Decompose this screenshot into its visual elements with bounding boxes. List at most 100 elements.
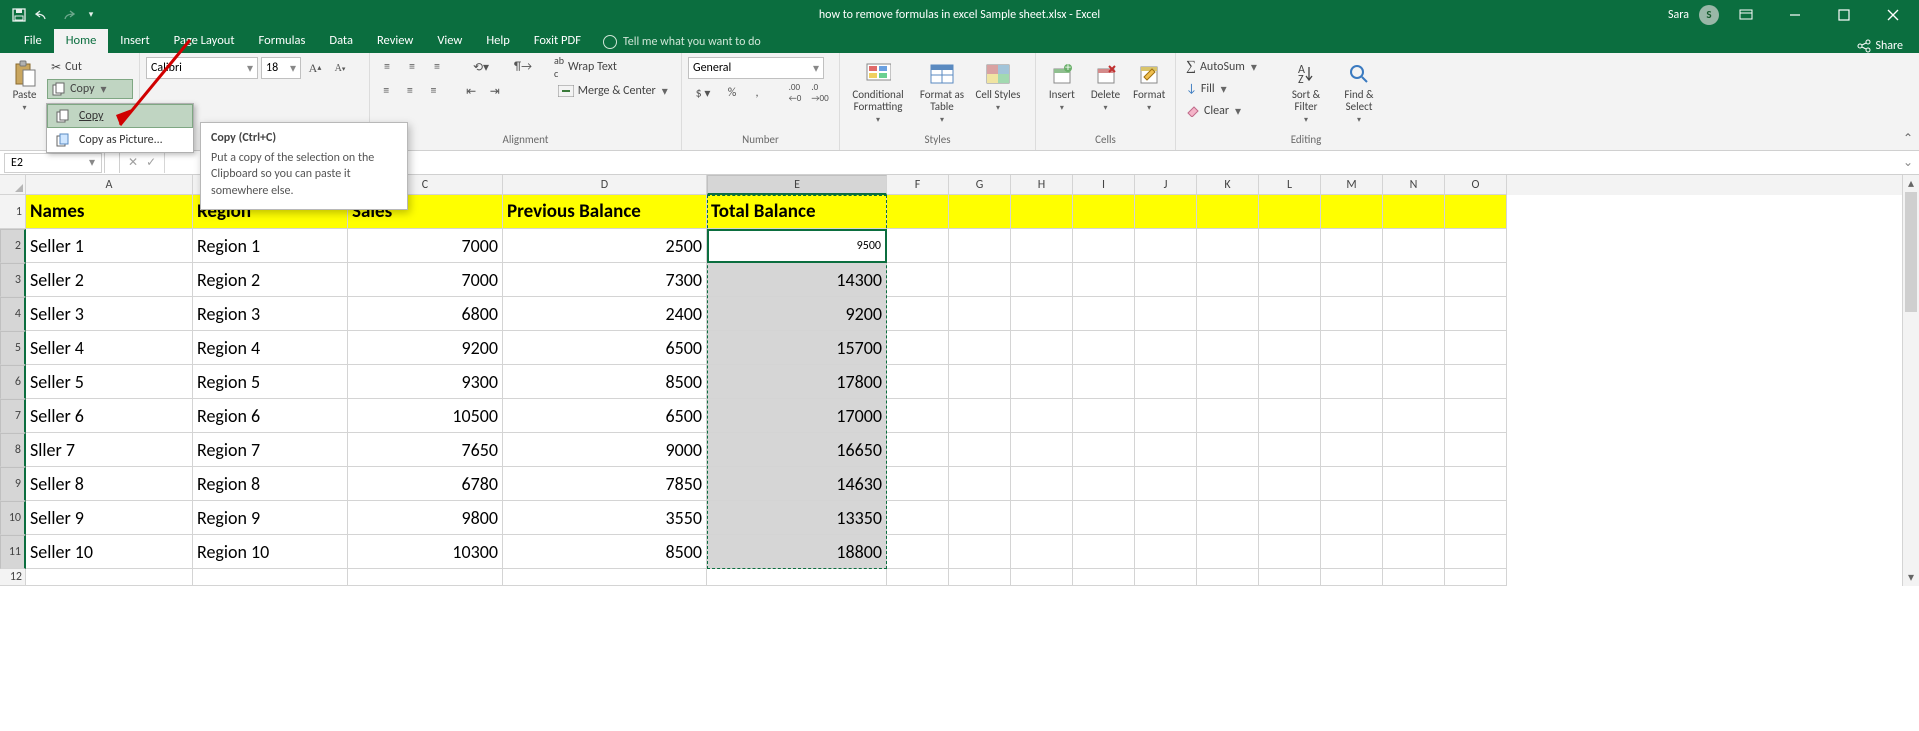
accounting-format-icon[interactable]: $ ▾ [688, 83, 718, 103]
cell[interactable] [1259, 501, 1321, 535]
cell[interactable]: 7000 [348, 229, 503, 263]
delete-cells-button[interactable]: Delete▾ [1086, 57, 1126, 131]
vertical-scrollbar[interactable]: ▴ ▾ [1902, 175, 1919, 586]
cell[interactable] [1259, 535, 1321, 569]
col-header-N[interactable]: N [1383, 175, 1445, 195]
cell[interactable] [1135, 229, 1197, 263]
cell[interactable]: 10300 [348, 535, 503, 569]
user-avatar[interactable]: S [1699, 5, 1719, 25]
redo-icon[interactable] [56, 4, 78, 26]
cell[interactable] [887, 569, 949, 586]
cell[interactable] [1135, 535, 1197, 569]
cell[interactable]: 9500 [707, 229, 887, 263]
cell[interactable] [1321, 399, 1383, 433]
row-header[interactable]: 10 [0, 501, 26, 535]
cell[interactable] [1321, 501, 1383, 535]
cell[interactable] [1259, 365, 1321, 399]
cell[interactable] [1073, 399, 1135, 433]
cell[interactable]: 6500 [503, 399, 707, 433]
align-right-icon[interactable]: ≡ [423, 81, 444, 101]
cell[interactable] [949, 331, 1011, 365]
cell[interactable] [887, 433, 949, 467]
cell[interactable] [1197, 195, 1259, 229]
cell[interactable] [1197, 297, 1259, 331]
tab-help[interactable]: Help [474, 29, 521, 53]
cell[interactable]: Region 5 [193, 365, 348, 399]
paste-button[interactable]: Paste ▾ [6, 57, 43, 131]
col-header-A[interactable]: A [26, 175, 193, 195]
cell[interactable] [1073, 433, 1135, 467]
cell[interactable] [1259, 569, 1321, 586]
align-center-icon[interactable]: ≡ [400, 81, 421, 101]
cell[interactable] [1011, 195, 1073, 229]
cell[interactable] [1135, 399, 1197, 433]
cell[interactable] [1011, 263, 1073, 297]
cell[interactable] [1259, 297, 1321, 331]
cell[interactable] [1073, 195, 1135, 229]
close-button[interactable] [1870, 0, 1915, 29]
cell[interactable] [887, 195, 949, 229]
col-header-H[interactable]: H [1011, 175, 1073, 195]
cell[interactable] [1197, 569, 1259, 586]
cell[interactable] [1197, 263, 1259, 297]
find-select-button[interactable]: Find & Select▾ [1334, 57, 1384, 131]
cell[interactable]: Region 2 [193, 263, 348, 297]
cell[interactable] [887, 331, 949, 365]
tell-me-search[interactable]: Tell me what you want to do [593, 31, 771, 53]
ltr-icon[interactable]: ¶→ [512, 57, 534, 77]
scroll-down-icon[interactable]: ▾ [1903, 569, 1919, 586]
cell[interactable] [26, 569, 193, 586]
share-button[interactable]: Share [1857, 39, 1913, 53]
autosum-button[interactable]: ∑AutoSum▾ [1182, 57, 1278, 77]
row-header[interactable]: 8 [0, 433, 26, 467]
number-format-select[interactable]: General▾ [688, 57, 824, 79]
cell[interactable]: 8500 [503, 535, 707, 569]
cell[interactable]: Seller 1 [26, 229, 193, 263]
row-header[interactable]: 3 [0, 263, 26, 297]
cell[interactable]: Region 9 [193, 501, 348, 535]
cell[interactable]: Seller 4 [26, 331, 193, 365]
cell[interactable] [1321, 229, 1383, 263]
cell[interactable] [1321, 263, 1383, 297]
cell[interactable]: 6780 [348, 467, 503, 501]
decrease-font-icon[interactable]: A▾ [329, 58, 351, 78]
cell[interactable] [1383, 433, 1445, 467]
cell[interactable] [1445, 263, 1507, 297]
cell[interactable] [949, 263, 1011, 297]
cell[interactable]: 7850 [503, 467, 707, 501]
cell[interactable] [887, 263, 949, 297]
cell[interactable]: 16650 [707, 433, 887, 467]
cell[interactable]: Seller 2 [26, 263, 193, 297]
cell[interactable] [887, 399, 949, 433]
cell[interactable] [1383, 195, 1445, 229]
save-icon[interactable] [8, 4, 30, 26]
cell[interactable] [503, 569, 707, 586]
cell[interactable] [949, 195, 1011, 229]
cell[interactable] [1197, 399, 1259, 433]
tab-home[interactable]: Home [54, 29, 109, 53]
col-header-K[interactable]: K [1197, 175, 1259, 195]
cell[interactable] [1321, 569, 1383, 586]
cell[interactable] [1197, 433, 1259, 467]
col-header-L[interactable]: L [1259, 175, 1321, 195]
col-header-O[interactable]: O [1445, 175, 1507, 195]
cell[interactable]: 17800 [707, 365, 887, 399]
tab-view[interactable]: View [425, 29, 474, 53]
cell[interactable]: 10500 [348, 399, 503, 433]
cell[interactable] [949, 501, 1011, 535]
merge-center-button[interactable]: Merge & Center▾ [554, 81, 675, 101]
insert-cells-button[interactable]: + Insert▾ [1042, 57, 1082, 131]
col-header-F[interactable]: F [887, 175, 949, 195]
scroll-up-icon[interactable]: ▴ [1903, 175, 1919, 192]
fill-button[interactable]: ↓Fill▾ [1182, 79, 1278, 99]
cell[interactable] [1011, 297, 1073, 331]
col-header-M[interactable]: M [1321, 175, 1383, 195]
cell[interactable] [1073, 365, 1135, 399]
cell[interactable]: 2500 [503, 229, 707, 263]
cell[interactable]: Region 3 [193, 297, 348, 331]
cell[interactable] [1011, 501, 1073, 535]
col-header-I[interactable]: I [1073, 175, 1135, 195]
cell[interactable] [949, 535, 1011, 569]
cell[interactable]: 2400 [503, 297, 707, 331]
percent-icon[interactable]: % [721, 83, 743, 103]
